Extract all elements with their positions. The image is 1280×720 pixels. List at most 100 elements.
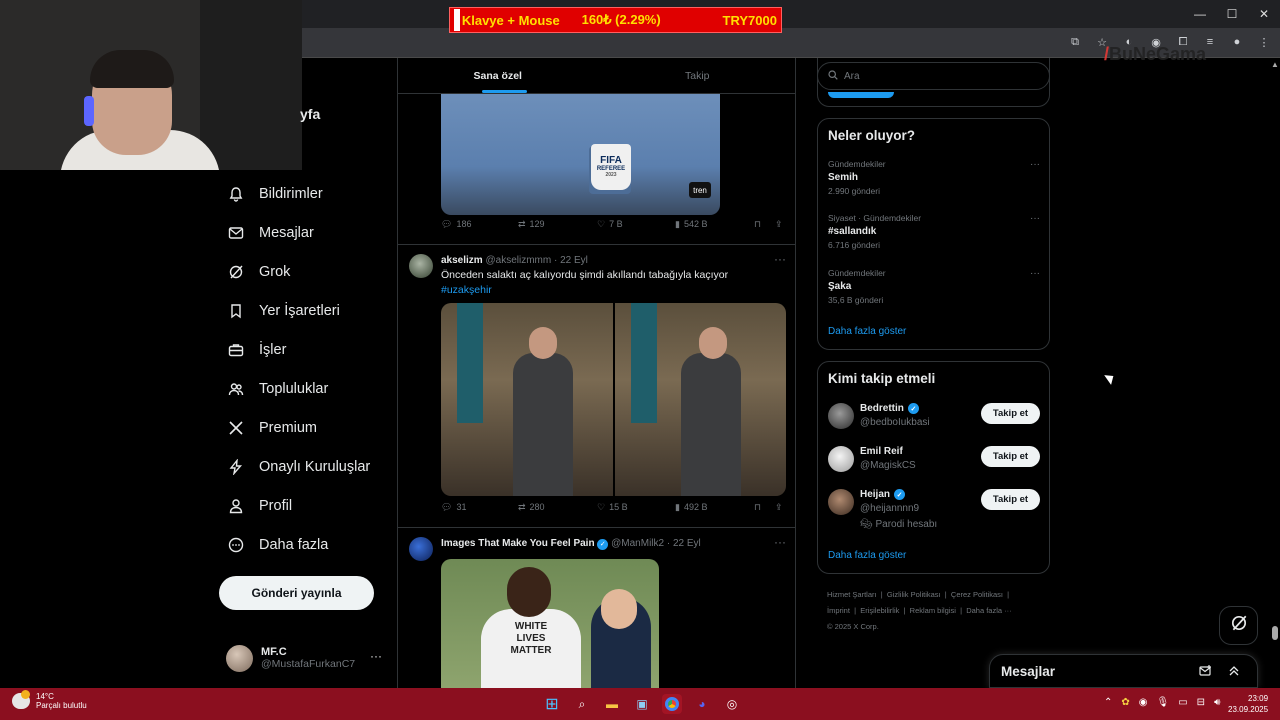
sidebar-item-bookmarks[interactable]: Yer İşaretleri — [218, 291, 370, 330]
steam-icon[interactable]: ◉ — [1139, 697, 1148, 708]
account-name: MF.C — [261, 646, 287, 658]
follow-suggestion[interactable]: Bedrettin ✓ @bedboIukbasi Takip et — [828, 403, 1040, 439]
weather-widget[interactable]: 14°C Parçalı bulutlu — [12, 690, 87, 710]
tweet-author-name[interactable]: akselizm — [441, 255, 483, 266]
bookmark-button[interactable]: ⊓ — [754, 502, 761, 513]
views-button[interactable]: ▮ 492 B — [675, 502, 707, 513]
chart-icon: ▮ — [675, 501, 680, 512]
trend-item[interactable]: Siyaset · Gündemdekiler #sallandık 6.716… — [828, 213, 1040, 250]
sidebar-item-profile[interactable]: Profil — [218, 486, 370, 525]
bookmark-button[interactable]: ⊓ — [754, 219, 761, 230]
account-switcher[interactable]: MF.C @MustafaFurkanC7 ··· — [226, 643, 386, 673]
new-message-icon[interactable] — [1199, 664, 1213, 681]
task-view-icon[interactable]: ▣ — [632, 694, 652, 714]
account-info: MF.C @MustafaFurkanC7 — [261, 646, 355, 670]
page-scrollbar[interactable]: ▲ — [1270, 58, 1280, 688]
like-button[interactable]: ♡ 15 B — [597, 502, 628, 513]
maximize-icon[interactable]: ☐ — [1216, 0, 1248, 28]
avatar[interactable] — [409, 254, 433, 278]
tweet-more-icon[interactable]: ··· — [774, 252, 786, 266]
sidebar-item-messages[interactable]: Mesajlar — [218, 213, 370, 252]
reply-button[interactable]: 💬︎ 31 — [441, 502, 466, 513]
tab-for-you[interactable]: Sana özel — [398, 58, 598, 93]
obs-icon[interactable]: ◎ — [722, 694, 742, 714]
system-clock[interactable]: 23:09 23.09.2025 — [1228, 693, 1268, 715]
post-button[interactable]: Gönderi yayınla — [219, 576, 374, 610]
messages-drawer[interactable]: Mesajlar — [989, 654, 1258, 688]
follow-suggestion[interactable]: Heijan ✓ @heijannnn9 🎭︎ Parodi hesabı Tak… — [828, 489, 1040, 535]
tweet-author-name[interactable]: Images That Make You Feel Pain — [441, 538, 595, 549]
tweet-image-referee[interactable]: FIFA REFEREE 2023 tren — [441, 94, 720, 215]
subscribe-button-fragment[interactable] — [828, 92, 894, 98]
tweet-date[interactable]: · 22 Eyl — [554, 255, 588, 266]
footer-line[interactable]: Hizmet Şartları | Gizlilik Politikası | … — [827, 587, 1050, 603]
sidebar-item-more[interactable]: Daha fazla — [218, 525, 370, 564]
windows-start-icon[interactable]: ⊞ — [542, 694, 562, 714]
more-horizontal-icon[interactable]: ··· — [1030, 213, 1040, 224]
minimize-icon[interactable]: — — [1184, 0, 1216, 28]
donation-ticker: Klavye + Mouse 160₺ (2.29%) TRY7000 — [449, 7, 782, 33]
sidebar-item-premium[interactable]: Premium — [218, 408, 370, 447]
discord-icon[interactable]: ◕ — [692, 694, 712, 714]
hashtag-link[interactable]: #uzakşehir — [441, 284, 728, 296]
follow-button[interactable]: Takip et — [981, 446, 1040, 467]
tweet-image-dining[interactable] — [441, 303, 786, 496]
sidebar-item-jobs[interactable]: İşler — [218, 330, 370, 369]
sidebar-item-verified-orgs[interactable]: Onaylı Kuruluşlar — [218, 447, 370, 486]
sidebar-item-grok[interactable]: Grok — [218, 252, 370, 291]
display-icon[interactable]: ▭ — [1178, 697, 1187, 708]
trend-item[interactable]: Gündemdekiler Semih 2.990 gönderi ··· — [828, 159, 1040, 196]
footer-line[interactable]: İmprint | Erişilebilirlik | Reklam bilgi… — [827, 603, 1050, 619]
network-icon[interactable]: ⊟ — [1197, 697, 1205, 708]
search-icon — [828, 69, 838, 83]
image-panel-right — [614, 303, 786, 496]
tweet-author-handle[interactable]: @ManMilk2 — [611, 538, 664, 549]
tweet-author-handle[interactable]: @akselizmmm — [485, 255, 551, 266]
more-horizontal-icon[interactable]: ··· — [370, 649, 382, 663]
chevron-up-icon[interactable]: ⌃ — [1104, 697, 1112, 708]
close-icon[interactable]: ✕ — [1248, 0, 1280, 28]
file-explorer-icon[interactable]: ▬ — [602, 694, 622, 714]
repost-button[interactable]: ⇄ 129 — [518, 219, 545, 230]
avatar[interactable] — [409, 537, 433, 561]
parody-label: 🎭︎ Parodi hesabı — [860, 519, 938, 530]
reply-button[interactable]: 💬︎ 186 — [441, 219, 471, 230]
tab-following[interactable]: Takip — [598, 58, 796, 93]
repost-button[interactable]: ⇄ 280 — [518, 502, 545, 513]
microphone-icon[interactable]: 🎙︎ — [1157, 697, 1170, 708]
share-button[interactable]: ⇪ — [775, 219, 783, 230]
chevron-up-icon[interactable] — [1227, 664, 1241, 681]
search-input[interactable]: Ara — [817, 62, 1050, 90]
sidebar-item-communities[interactable]: Topluluklar — [218, 369, 370, 408]
more-horizontal-icon[interactable]: ··· — [1030, 159, 1040, 170]
follow-button[interactable]: Takip et — [981, 489, 1040, 510]
profile-icon[interactable]: ● — [1229, 34, 1245, 50]
scroll-up-icon[interactable]: ▲ — [1271, 60, 1279, 69]
views-button[interactable]: ▮ 542 B — [675, 219, 707, 230]
follow-button[interactable]: Takip et — [981, 403, 1040, 424]
grok-floating-button[interactable] — [1219, 606, 1258, 645]
color-app-icon[interactable]: ✿ — [1121, 697, 1129, 708]
more-horizontal-icon[interactable]: ··· — [1030, 268, 1040, 279]
tweet-date[interactable]: · 22 Eyl — [667, 538, 701, 549]
sidebar-item-notifications[interactable]: Bildirimler — [218, 174, 370, 213]
who-to-follow-panel: Kimi takip etmeli Bedrettin ✓ @bedboIukba… — [817, 361, 1050, 574]
chrome-icon[interactable] — [662, 694, 682, 714]
scrollbar-thumb[interactable] — [1272, 626, 1278, 640]
volume-icon[interactable]: 🔊︎ — [1214, 697, 1220, 708]
install-icon[interactable]: ⧉ — [1067, 34, 1083, 50]
heart-icon: ♡ — [597, 218, 606, 229]
who-to-follow-title: Kimi takip etmeli — [828, 371, 936, 386]
tweet-image-photo[interactable]: WHITE LIVES MATTER — [441, 559, 659, 688]
grok-icon — [227, 263, 245, 281]
people-icon — [227, 380, 245, 398]
tweet-more-icon[interactable]: ··· — [774, 535, 786, 549]
like-button[interactable]: ♡ 7 B — [597, 219, 623, 230]
trend-item[interactable]: Gündemdekiler Şaka 35,6 B gönderi ··· — [828, 268, 1040, 305]
follow-suggestion[interactable]: Emil Reif @MagiskCS Takip et — [828, 446, 1040, 482]
trends-show-more-link[interactable]: Daha fazla göster — [828, 326, 906, 337]
search-icon[interactable]: ⌕ — [572, 694, 592, 714]
follow-show-more-link[interactable]: Daha fazla göster — [828, 550, 906, 561]
menu-icon[interactable]: ⋮ — [1256, 34, 1272, 50]
share-button[interactable]: ⇪ — [775, 502, 783, 513]
